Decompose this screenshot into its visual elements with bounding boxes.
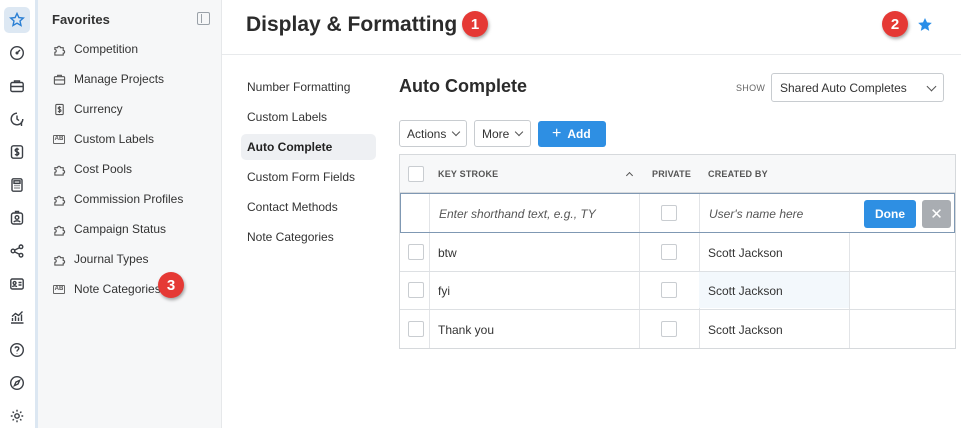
actions-button[interactable]: Actions	[399, 120, 467, 147]
row-created-by[interactable]: Scott Jackson	[708, 246, 783, 260]
row-divider	[400, 271, 955, 272]
header-key-stroke[interactable]: KEY STROKE	[438, 169, 498, 179]
favorite-item-label: Commission Profiles	[74, 192, 184, 206]
chevron-down-icon	[926, 81, 937, 92]
row-checkbox[interactable]	[408, 282, 424, 298]
favorite-item-label: Custom Labels	[74, 132, 155, 146]
row-keystroke[interactable]: fyi	[438, 284, 450, 298]
clock-dollar-icon[interactable]	[4, 106, 30, 132]
subnav-note-categories[interactable]: Note Categories	[241, 224, 376, 250]
subnav-number-formatting[interactable]: Number Formatting	[241, 74, 376, 100]
analytics-icon[interactable]	[4, 304, 30, 330]
row-private-checkbox[interactable]	[661, 282, 677, 298]
puzzle-icon	[52, 252, 66, 266]
favorite-item-custom-labels[interactable]: AB Custom Labels	[52, 129, 154, 149]
ab-label-icon: AB	[52, 284, 66, 294]
row-checkbox[interactable]	[408, 244, 424, 260]
compass-icon[interactable]	[4, 370, 30, 396]
speedometer-icon[interactable]	[4, 40, 30, 66]
settings-icon[interactable]	[4, 403, 30, 429]
favorite-item-commission-profiles[interactable]: Commission Profiles	[52, 189, 183, 209]
favorite-item-campaign-status[interactable]: Campaign Status	[52, 219, 166, 239]
favorite-item-label: Journal Types	[74, 252, 149, 266]
favorite-item-label: Competition	[74, 42, 139, 56]
briefcase-icon	[52, 72, 66, 86]
favorite-item-journal-types[interactable]: Journal Types	[52, 249, 149, 269]
favorite-item-label: Currency	[74, 102, 123, 116]
add-button-label: Add	[567, 127, 591, 141]
add-button[interactable]: + Add	[538, 121, 606, 147]
grid-header: KEY STROKE PRIVATE CREATED BY	[400, 155, 955, 193]
row-private-checkbox[interactable]	[661, 321, 677, 337]
select-all-checkbox[interactable]	[408, 166, 424, 182]
id-badge-icon[interactable]	[4, 205, 30, 231]
subnav-custom-form-fields[interactable]: Custom Form Fields	[241, 164, 376, 190]
row-divider	[400, 309, 955, 310]
help-icon[interactable]	[4, 337, 30, 363]
header-private[interactable]: PRIVATE	[652, 169, 691, 179]
favorite-item-label: Note Categories	[74, 282, 161, 296]
row-private-checkbox[interactable]	[661, 244, 677, 260]
row-created-by[interactable]: Scott Jackson	[708, 323, 783, 337]
puzzle-icon	[52, 162, 66, 176]
currency-doc-icon	[52, 102, 66, 116]
puzzle-icon	[52, 192, 66, 206]
favorite-item-competition[interactable]: Competition	[52, 39, 138, 59]
row-checkbox[interactable]	[408, 321, 424, 337]
header-created-by[interactable]: CREATED BY	[708, 169, 768, 179]
briefcase-icon[interactable]	[4, 73, 30, 99]
favorite-item-label: Cost Pools	[74, 162, 133, 176]
more-button-label: More	[482, 126, 510, 141]
share-icon[interactable]	[4, 238, 30, 264]
callout-3: 3	[158, 272, 184, 298]
favorite-item-label: Manage Projects	[74, 72, 165, 86]
favorite-item-label: Campaign Status	[74, 222, 167, 236]
subnav-auto-complete[interactable]: Auto Complete	[241, 134, 376, 160]
show-select-value: Shared Auto Completes	[780, 80, 907, 95]
close-icon: ✕	[930, 206, 943, 223]
favorite-item-note-categories[interactable]: AB Note Categories	[52, 279, 161, 299]
icon-rail	[0, 0, 34, 428]
callout-2: 2	[882, 11, 908, 37]
row-created-by[interactable]: Scott Jackson	[708, 284, 783, 298]
subnav-contact-methods[interactable]: Contact Methods	[241, 194, 376, 220]
favorite-item-cost-pools[interactable]: Cost Pools	[52, 159, 132, 179]
section-title: Auto Complete	[399, 76, 527, 96]
contact-card-icon[interactable]	[4, 271, 30, 297]
keystroke-input[interactable]: Enter shorthand text, e.g., TY	[439, 207, 596, 221]
puzzle-icon	[52, 222, 66, 236]
show-label: SHOW	[736, 83, 766, 93]
column-separator	[849, 233, 850, 348]
favorite-item-currency[interactable]: Currency	[52, 99, 123, 119]
subnav-custom-labels[interactable]: Custom Labels	[241, 104, 376, 130]
favorite-item-manage-projects[interactable]: Manage Projects	[52, 69, 164, 89]
chevron-down-icon	[451, 127, 461, 137]
private-checkbox[interactable]	[661, 205, 677, 221]
row-keystroke[interactable]: Thank you	[438, 323, 494, 337]
calculator-icon[interactable]	[4, 172, 30, 198]
favorites-panel: Favorites Competition Manage Projects Cu…	[38, 0, 222, 428]
dollar-icon[interactable]	[4, 139, 30, 165]
puzzle-icon	[52, 42, 66, 56]
chevron-down-icon	[514, 127, 524, 137]
sort-ascending-icon[interactable]	[625, 171, 634, 180]
header-divider	[222, 54, 961, 55]
created-by-input[interactable]: User's name here	[709, 207, 803, 221]
show-select[interactable]: Shared Auto Completes	[771, 73, 944, 102]
plus-icon: +	[552, 125, 562, 142]
row-keystroke[interactable]: btw	[438, 246, 457, 260]
done-button[interactable]: Done	[864, 200, 916, 228]
actions-button-label: Actions	[407, 126, 447, 141]
page-title: Display & Formatting	[246, 13, 458, 36]
ab-label-icon: AB	[52, 134, 66, 144]
star-icon[interactable]	[4, 7, 30, 33]
favorite-star-icon[interactable]	[917, 17, 933, 33]
auto-complete-grid: KEY STROKE PRIVATE CREATED BY Enter shor…	[399, 154, 956, 349]
cancel-button[interactable]: ✕	[922, 200, 951, 228]
favorites-title: Favorites	[52, 12, 110, 27]
collapse-panel-icon[interactable]	[197, 12, 210, 25]
more-button[interactable]: More	[474, 120, 531, 147]
callout-1: 1	[462, 11, 488, 37]
